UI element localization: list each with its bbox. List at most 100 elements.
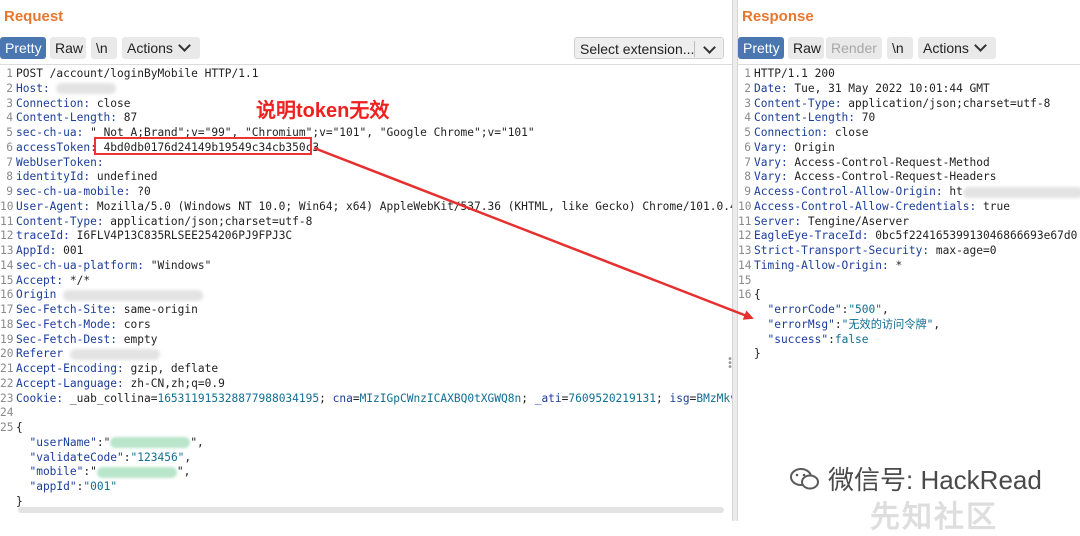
line-number: 15 — [0, 273, 14, 287]
code-text: Connection: close — [16, 97, 131, 111]
code-key: Content-Type: — [16, 214, 104, 228]
code-text: Vary: Access-Control-Request-Headers — [754, 170, 997, 184]
response-editor[interactable]: 1 HTTP/1.1 200 2 Date: Tue, 31 May 2022 10:… — [738, 64, 1080, 521]
code-line: "userName":" ", — [0, 436, 732, 450]
code-token: HTTP/1.1 200 — [754, 67, 835, 80]
line-number: 11 — [0, 214, 14, 228]
code-line: "mobile":" ", — [0, 465, 732, 479]
line-number: 5 — [744, 126, 751, 139]
response-pane: Response Pretty Raw Render \n Actions 1H… — [738, 0, 1080, 521]
code-string: 165311915328877988034195 — [157, 391, 320, 405]
code-line: 22 Accept-Language: zh-CN,zh;q=0.9 — [0, 377, 732, 391]
code-string: MIzIGpCWnzICAXBQ0tXGWQ8n — [359, 391, 522, 405]
more-options-icon[interactable]: • • • — [727, 355, 733, 373]
code-text: Vary: Access-Control-Request-Method — [754, 156, 990, 170]
code-key: cna — [332, 391, 353, 405]
request-pane: Request Pretty Raw \n Actions Select ext… — [0, 0, 764, 521]
code-key: sec-ch-ua-mobile: — [16, 185, 131, 198]
line-number: 3 — [6, 96, 13, 110]
code-line: 1 POST /account/loginByMobile HTTP/1.1 — [0, 67, 732, 81]
request-actions-button[interactable]: Actions — [122, 37, 200, 59]
code-text: sec-ch-ua-mobile: ?0 — [16, 185, 151, 199]
code-token: } — [16, 494, 23, 508]
code-key: Cookie: — [16, 391, 64, 405]
code-token: cors — [117, 317, 151, 331]
code-key: EagleEye-TraceId: — [754, 229, 869, 243]
code-line: 10 User-Agent: Mozilla/5.0 (Windows NT 10… — [0, 200, 764, 214]
code-key: traceId: — [16, 229, 70, 243]
code-key: Sec-Fetch-Mode: — [16, 317, 118, 331]
code-line: "errorCode":"500", — [738, 303, 1080, 317]
request-tab-pretty[interactable]: Pretty — [0, 37, 46, 59]
code-text: Sec-Fetch-Mode: cors — [16, 318, 151, 332]
code-token: , — [184, 450, 192, 464]
code-token: _uab_collina= — [63, 391, 158, 405]
code-token: close — [828, 126, 869, 139]
line-number: 19 — [0, 332, 14, 346]
code-key: Referer — [16, 347, 64, 361]
line-number: 9 — [6, 185, 13, 198]
code-text: "mobile":" ", — [16, 465, 190, 479]
code-line: 11 Server: Tengine/Aserver — [738, 215, 1080, 229]
line-number: 24 — [0, 406, 14, 420]
code-key: Vary: — [754, 155, 788, 169]
code-line: "errorMsg":"无效的访问令牌", — [738, 318, 1080, 332]
code-line: 16 Origin — [0, 288, 732, 302]
code-token: Mozilla/5.0 (Windows NT 10.0; Win64; x64… — [90, 199, 764, 213]
code-key: "userName" — [16, 435, 97, 449]
code-token: Access-Control-Request-Method — [787, 155, 990, 169]
horizontal-scrollbar[interactable] — [18, 507, 724, 513]
code-token: ; — [319, 391, 333, 405]
line-number: 12 — [738, 229, 752, 243]
code-token: ; — [655, 391, 670, 405]
code-text: Origin — [16, 288, 204, 302]
line-number: 14 — [738, 258, 752, 272]
code-line: 2 Date: Tue, 31 May 2022 10:01:44 GMT — [738, 82, 1080, 96]
code-string: "123456" — [130, 450, 185, 464]
response-tab-newline[interactable]: \n — [887, 37, 913, 59]
watermark-secondary: 先知社区 — [870, 501, 998, 534]
code-text: "validateCode":"123456", — [16, 451, 191, 465]
request-editor[interactable]: 1 POST /account/loginByMobile HTTP/1.1 2 Ho… — [0, 64, 764, 521]
code-text: EagleEye-TraceId: 0bc5f22416539913046866… — [754, 229, 1077, 243]
code-line: 5 Connection: close — [738, 126, 1080, 140]
response-tab-raw[interactable]: Raw — [788, 37, 824, 59]
code-line: "success":false — [738, 333, 1080, 347]
code-line: 7 WebUserToken: — [0, 156, 732, 170]
code-token: ; — [521, 391, 535, 405]
code-text: POST /account/loginByMobile HTTP/1.1 — [16, 67, 258, 81]
response-toolbar: Pretty Raw Render \n Actions — [738, 37, 1080, 61]
code-key: Accept-Language: — [16, 376, 124, 390]
code-token: * — [888, 258, 903, 272]
code-line: 23 Cookie: _uab_collina=16531191532887798… — [0, 392, 764, 406]
code-token: = — [352, 391, 360, 405]
request-tab-raw[interactable]: Raw — [50, 37, 86, 59]
response-tab-pretty[interactable]: Pretty — [738, 37, 784, 59]
code-string: "无效的访问令牌" — [841, 317, 934, 331]
code-token: ?0 — [130, 185, 151, 198]
response-tab-render[interactable]: Render — [826, 37, 882, 59]
request-tab-newline[interactable]: \n — [91, 37, 117, 59]
code-token: max-age=0 — [929, 244, 997, 257]
select-extension-dropdown[interactable]: Select extension... — [574, 37, 724, 59]
code-text: Cookie: _uab_collina=1653119153288779880… — [16, 392, 764, 406]
code-line: 7 Vary: Access-Control-Request-Method — [738, 156, 1080, 170]
code-token: true — [976, 199, 1010, 213]
code-line: 3 Content-Type: application/json;charset=… — [738, 97, 1080, 111]
code-key: "errorMsg" — [754, 317, 835, 331]
code-text: "errorMsg":"无效的访问令牌", — [754, 318, 940, 332]
response-actions-button[interactable]: Actions — [918, 37, 996, 59]
code-text: Sec-Fetch-Site: same-origin — [16, 303, 198, 317]
code-key: Access-Control-Allow-Origin: — [754, 185, 943, 198]
code-text: Server: Tengine/Aserver — [754, 215, 909, 229]
line-number: 2 — [744, 81, 751, 95]
code-text: Content-Type: application/json;charset=u… — [16, 215, 312, 229]
code-token: gzip, deflate — [123, 362, 219, 375]
redacted-value — [96, 466, 177, 478]
code-key: WebUserToken: — [16, 155, 104, 169]
code-line: 18 Sec-Fetch-Mode: cors — [0, 318, 732, 332]
code-line: 24 — [0, 406, 732, 420]
code-line: 20 Referer — [0, 347, 732, 361]
code-key: Content-Type: — [754, 96, 842, 110]
code-line: "validateCode":"123456", — [0, 451, 732, 465]
